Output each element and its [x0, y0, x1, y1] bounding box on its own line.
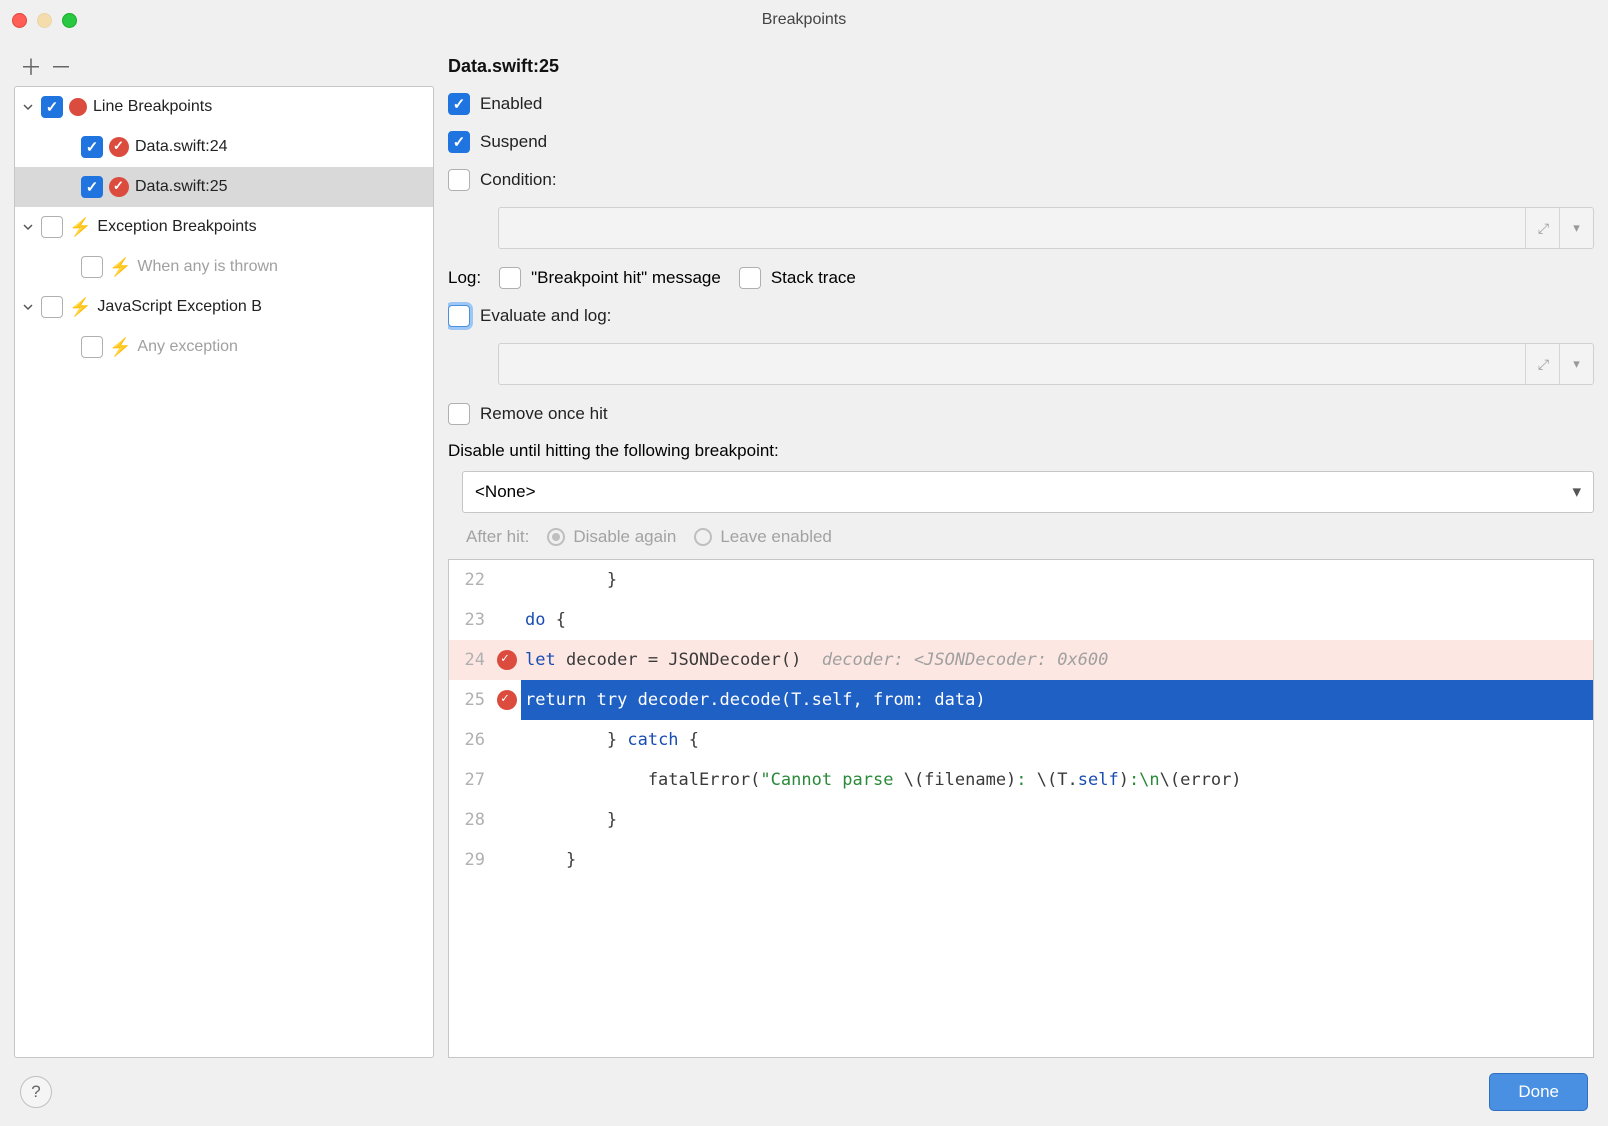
chevron-down-icon[interactable]: [21, 222, 35, 232]
stack-trace-label: Stack trace: [771, 268, 856, 288]
exception-bolt-icon: ⚡: [109, 338, 131, 356]
log-message-label: "Breakpoint hit" message: [531, 268, 721, 288]
suspend-checkbox[interactable]: [448, 131, 470, 153]
code-text: do {: [521, 600, 1593, 640]
group-label: JavaScript Exception B: [97, 298, 262, 316]
item-label: When any is thrown: [137, 258, 278, 276]
close-window-button[interactable]: [12, 13, 27, 28]
suspend-label: Suspend: [480, 132, 547, 152]
enabled-label: Enabled: [480, 94, 542, 114]
evaluate-log-input[interactable]: ⤢ ▾: [498, 343, 1594, 385]
item-label: Data.swift:24: [135, 138, 227, 156]
breakpoint-heading: Data.swift:25: [448, 56, 1594, 77]
exception-bolt-icon: ⚡: [69, 218, 91, 236]
enabled-checkbox[interactable]: [448, 93, 470, 115]
group-label: Exception Breakpoints: [97, 218, 256, 236]
breakpoint-gutter-icon[interactable]: [497, 690, 517, 710]
condition-label: Condition:: [480, 170, 557, 190]
disable-until-value: <None>: [475, 482, 536, 502]
item-checkbox[interactable]: [81, 256, 103, 278]
code-text: }: [521, 560, 1593, 600]
line-number: 27: [449, 760, 493, 800]
exception-bolt-icon: ⚡: [109, 258, 131, 276]
breakpoint-check-icon: [109, 177, 129, 197]
group-checkbox[interactable]: [41, 96, 63, 118]
code-text: let decoder = JSONDecoder() decoder: <JS…: [521, 640, 1593, 680]
group-label: Line Breakpoints: [93, 98, 212, 116]
line-number: 23: [449, 600, 493, 640]
code-line[interactable]: 27 fatalError("Cannot parse \(filename):…: [449, 760, 1593, 800]
disable-again-radio[interactable]: [547, 528, 565, 546]
leave-enabled-option: Leave enabled: [720, 527, 832, 547]
expand-icon[interactable]: ⤢: [1525, 343, 1559, 385]
exception-bolt-icon: ⚡: [69, 298, 91, 316]
evaluate-log-checkbox[interactable]: [448, 305, 470, 327]
breakpoints-tree[interactable]: Line Breakpoints Data.swift:24 Data.swift:…: [14, 86, 434, 1058]
window-title: Breakpoints: [762, 11, 847, 29]
expand-icon[interactable]: ⤢: [1525, 207, 1559, 249]
zoom-window-button[interactable]: [62, 13, 77, 28]
breakpoint-item[interactable]: Data.swift:25: [15, 167, 433, 207]
line-number: 29: [449, 840, 493, 880]
breakpoint-check-icon: [109, 137, 129, 157]
line-number: 26: [449, 720, 493, 760]
condition-checkbox[interactable]: [448, 169, 470, 191]
breakpoint-dot-icon: [69, 98, 87, 116]
condition-input[interactable]: ⤢ ▾: [498, 207, 1594, 249]
chevron-down-icon[interactable]: [21, 102, 35, 112]
code-line[interactable]: 22 }: [449, 560, 1593, 600]
line-number: 22: [449, 560, 493, 600]
breakpoint-group[interactable]: Line Breakpoints: [15, 87, 433, 127]
code-line[interactable]: 26 } catch {: [449, 720, 1593, 760]
item-label: Any exception: [137, 338, 238, 356]
breakpoint-item[interactable]: ⚡ When any is thrown: [15, 247, 433, 287]
evaluate-log-label: Evaluate and log:: [480, 306, 611, 326]
history-dropdown-icon[interactable]: ▾: [1559, 343, 1593, 385]
done-button[interactable]: Done: [1489, 1073, 1588, 1111]
code-text: return try decoder.decode(T.self, from: …: [521, 680, 1593, 720]
code-text: fatalError("Cannot parse \(filename): \(…: [521, 760, 1593, 800]
breakpoint-item[interactable]: ⚡ Any exception: [15, 327, 433, 367]
code-text: } catch {: [521, 720, 1593, 760]
code-line[interactable]: 29 }: [449, 840, 1593, 880]
breakpoint-gutter-icon[interactable]: [497, 650, 517, 670]
chevron-down-icon[interactable]: [21, 302, 35, 312]
line-number: 24: [449, 640, 493, 680]
add-breakpoint-button[interactable]: ＋: [20, 57, 42, 79]
breakpoint-group[interactable]: ⚡ JavaScript Exception B: [15, 287, 433, 327]
item-checkbox[interactable]: [81, 176, 103, 198]
disable-until-select[interactable]: <None> ▾: [462, 471, 1594, 513]
titlebar: Breakpoints: [0, 0, 1608, 40]
item-label: Data.swift:25: [135, 178, 227, 196]
disable-until-label: Disable until hitting the following brea…: [448, 441, 1594, 461]
log-message-checkbox[interactable]: [499, 267, 521, 289]
stack-trace-checkbox[interactable]: [739, 267, 761, 289]
group-checkbox[interactable]: [41, 296, 63, 318]
chevron-down-icon: ▾: [1572, 482, 1581, 502]
help-button[interactable]: ?: [20, 1076, 52, 1108]
history-dropdown-icon[interactable]: ▾: [1559, 207, 1593, 249]
breakpoint-group[interactable]: ⚡ Exception Breakpoints: [15, 207, 433, 247]
remove-breakpoint-button[interactable]: －: [50, 57, 72, 79]
breakpoint-item[interactable]: Data.swift:24: [15, 127, 433, 167]
remove-once-label: Remove once hit: [480, 404, 608, 424]
minimize-window-button[interactable]: [37, 13, 52, 28]
code-line[interactable]: 23 do {: [449, 600, 1593, 640]
code-text: }: [521, 800, 1593, 840]
leave-enabled-radio[interactable]: [694, 528, 712, 546]
code-preview[interactable]: 22 }23 do {24 let decoder = JSONDecoder(…: [448, 559, 1594, 1058]
item-checkbox[interactable]: [81, 336, 103, 358]
after-hit-label: After hit:: [466, 527, 529, 547]
log-label: Log:: [448, 268, 481, 288]
code-line[interactable]: 24 let decoder = JSONDecoder() decoder: …: [449, 640, 1593, 680]
disable-again-option: Disable again: [573, 527, 676, 547]
remove-once-checkbox[interactable]: [448, 403, 470, 425]
line-number: 25: [449, 680, 493, 720]
code-line[interactable]: 28 }: [449, 800, 1593, 840]
code-line[interactable]: 25 return try decoder.decode(T.self, fro…: [449, 680, 1593, 720]
item-checkbox[interactable]: [81, 136, 103, 158]
group-checkbox[interactable]: [41, 216, 63, 238]
line-number: 28: [449, 800, 493, 840]
code-text: }: [521, 840, 1593, 880]
